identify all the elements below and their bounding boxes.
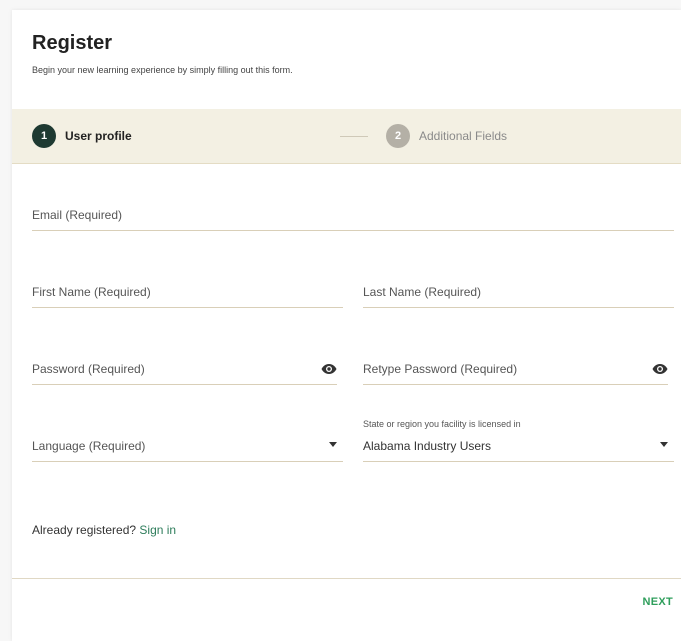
step-additional-fields[interactable]: 2 Additional Fields (386, 124, 507, 148)
step-number-badge: 1 (32, 124, 56, 148)
eye-icon[interactable] (652, 363, 668, 375)
signin-link[interactable]: Sign in (139, 523, 176, 537)
caret-down-icon (329, 442, 337, 447)
retype-password-label: Retype Password (Required) (363, 362, 518, 376)
signin-prompt: Already registered? (32, 523, 137, 537)
state-region-select[interactable]: State or region you facility is licensed… (363, 419, 674, 462)
page-subtitle: Begin your new learning experience by si… (32, 65, 293, 75)
first-name-label: First Name (Required) (32, 285, 151, 299)
register-card: Register Begin your new learning experie… (12, 10, 681, 641)
caret-down-icon (660, 442, 668, 447)
email-label: Email (Required) (32, 208, 123, 222)
step-label: Additional Fields (419, 129, 508, 143)
password-field[interactable]: Password (Required) (32, 349, 337, 385)
email-field[interactable]: Email (Required) (32, 195, 674, 231)
footer-divider (12, 578, 681, 579)
last-name-label: Last Name (Required) (363, 285, 482, 299)
step-number-badge: 2 (386, 124, 410, 148)
page-title: Register (32, 32, 113, 54)
step-label: User profile (65, 129, 132, 143)
password-label: Password (Required) (32, 362, 145, 376)
language-select[interactable]: Language (Required) (32, 426, 343, 462)
state-region-label: State or region you facility is licensed… (363, 419, 521, 429)
next-button[interactable]: NEXT (642, 596, 673, 608)
eye-icon[interactable] (321, 363, 337, 375)
step-user-profile[interactable]: 1 User profile (32, 124, 132, 148)
step-connector (340, 136, 368, 137)
first-name-field[interactable]: First Name (Required) (32, 272, 343, 308)
signin-row: Already registered? Sign in (32, 523, 176, 537)
stepper: 1 User profile 2 Additional Fields (12, 109, 681, 164)
last-name-field[interactable]: Last Name (Required) (363, 272, 674, 308)
retype-password-field[interactable]: Retype Password (Required) (363, 349, 668, 385)
language-label: Language (Required) (32, 439, 146, 453)
state-region-value: Alabama Industry Users (363, 439, 492, 453)
